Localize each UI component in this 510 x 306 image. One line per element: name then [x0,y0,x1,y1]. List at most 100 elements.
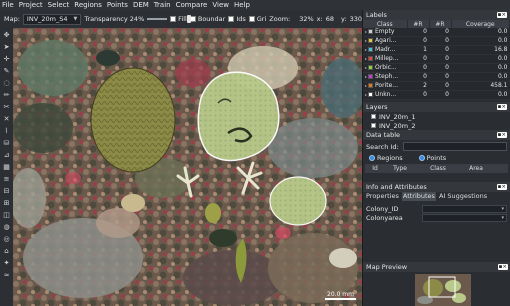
dock-float-icon[interactable]: ▪× [496,184,507,190]
dock-float-icon[interactable]: ▪× [496,104,507,110]
label-class-cell[interactable]: ▸ Empty [363,28,407,37]
grid-icon[interactable]: ▦ [2,163,11,172]
boundaries-checkbox[interactable]: Boundar [189,15,225,23]
points-radio[interactable]: Points [418,154,446,162]
label-row[interactable]: ▸ Orbic... 0 0 0.0 [363,63,510,73]
slider-handle[interactable] [187,15,192,23]
label-row[interactable]: ▸ Millep... 0 0 0.0 [363,54,510,64]
data-table-body[interactable] [363,174,510,182]
attribute-value[interactable]: ▾ [422,213,507,222]
expand-icon[interactable]: ▸ [363,83,367,88]
label-row[interactable]: ▸ Madr... 1 0 16.8 [363,45,510,55]
menu-file[interactable]: File [2,0,14,10]
expand-icon[interactable]: ▸ [363,56,367,61]
expand-icon[interactable]: ▸ [363,29,367,34]
column-header-r1[interactable]: #R [407,20,430,28]
pencil-icon[interactable]: ✏ [2,91,11,100]
dock-float-icon[interactable]: ▪× [496,12,507,18]
label-class-name: Steph... [375,73,399,80]
column-header-class[interactable]: Class [415,165,461,172]
expand-icon[interactable]: ▸ [363,74,367,79]
attribute-value[interactable]: ▾ [422,204,507,213]
ruler-icon[interactable]: ⊿ [2,151,11,160]
label-class-cell[interactable]: ▸ Madr... [363,45,407,55]
label-class-cell[interactable]: ▸ Agari... [363,36,407,46]
merge-icon[interactable]: ⊞ [2,199,11,208]
side-panel: Labels ▪× Class #R #R Coverage ▸ Empty 0 0 0… [362,10,510,306]
map-viewer[interactable]: 20.0 mm [13,28,362,306]
label-row[interactable]: ▸ Unkn... 0 0 0.0 [363,90,510,100]
menu-regions[interactable]: Regions [74,0,102,10]
label-class-cell[interactable]: ▸ Millep... [363,54,407,64]
split-icon[interactable]: ⊟ [2,187,11,196]
refine-icon[interactable]: ◫ [2,211,11,220]
brush-icon[interactable]: ⌇ [2,127,11,136]
regions-radio[interactable]: Regions [369,154,403,162]
dilate-icon[interactable]: ◍ [2,223,11,232]
menu-help[interactable]: Help [234,0,250,10]
menu-compare[interactable]: Compare [176,0,208,10]
tab-ai-suggestions[interactable]: AI Suggestions [438,192,488,201]
fill-checkbox[interactable]: Fill [170,15,187,23]
grid-checkbox[interactable]: Gri [248,15,266,23]
menu-select[interactable]: Select [48,0,70,10]
pointer-icon[interactable]: ➤ [2,43,11,52]
lasso-icon[interactable]: ◌ [2,79,11,88]
layer-item[interactable]: INV_20m_2 [363,121,510,130]
label-row[interactable]: ▸ Agari... 0 0 0.0 [363,36,510,46]
checkbox-box[interactable] [248,16,255,22]
map-preview-thumbnail[interactable] [363,272,510,306]
label-class-cell[interactable]: ▸ Orbic... [363,63,407,73]
radio-dot[interactable] [369,155,375,161]
tab-properties[interactable]: Properties [365,192,400,201]
expand-icon[interactable]: ▸ [363,47,367,52]
menu-view[interactable]: View [212,0,229,10]
checkbox-box[interactable] [371,114,376,119]
bucket-icon[interactable]: ⛁ [2,139,11,148]
watershed-icon[interactable]: ≈ [2,271,11,280]
search-input[interactable] [402,142,507,151]
column-header-area[interactable]: Area [461,165,491,172]
map-select[interactable]: INV_20m_S4 ▼ [22,13,82,25]
radio-dot[interactable] [418,155,425,161]
transparency-slider[interactable] [147,15,192,23]
label-class-cell[interactable]: ▸ Steph... [363,72,407,82]
label-row[interactable]: ▸ Steph... 0 0 0.0 [363,72,510,82]
layers-icon[interactable]: ≡ [2,175,11,184]
dock-float-icon[interactable]: ▪× [496,132,507,138]
tag-icon[interactable]: ⌂ [2,247,11,256]
tab-attributes[interactable]: Attributes [401,192,436,201]
pen-icon[interactable]: ✎ [2,67,11,76]
menu-train[interactable]: Train [154,0,171,10]
column-header-coverage[interactable]: Coverage [451,20,510,28]
column-header-class[interactable]: Class [363,20,408,28]
label-class-cell[interactable]: ▸ Porite... [363,81,407,91]
ids-checkbox[interactable]: Ids [228,15,246,23]
expand-icon[interactable]: ▸ [363,65,367,70]
expand-icon[interactable]: ▸ [363,38,367,43]
column-header-type[interactable]: Type [385,165,415,172]
checkbox-box[interactable] [228,16,235,22]
zoom-label: Zoom: [269,15,291,23]
menu-points[interactable]: Points [107,0,128,10]
layer-item[interactable]: INV_20m_1 [363,112,510,121]
label-coverage-cell: 0.0 [451,54,510,64]
menu-project[interactable]: Project [19,0,43,10]
label-class-cell[interactable]: ▸ Unkn... [363,90,407,100]
checkbox-box[interactable] [170,16,177,22]
checkbox-box[interactable] [371,123,376,128]
column-header-r2[interactable]: #R [429,20,452,28]
menu-dem[interactable]: DEM [133,0,149,10]
dock-float-icon[interactable]: ▪× [497,264,508,270]
erode-icon[interactable]: ◎ [2,235,11,244]
label-row[interactable]: ▸ Porite... 2 0 458.1 [363,81,510,91]
scissors-icon[interactable]: ✂ [2,103,11,112]
expand-icon[interactable]: ▸ [363,92,367,97]
crosshair-icon[interactable]: ✛ [2,55,11,64]
layer-name: INV_20m_2 [379,121,416,130]
cut-icon[interactable]: ✕ [2,115,11,124]
ai-icon[interactable]: ✦ [2,259,11,268]
label-row[interactable]: ▸ Empty 0 0 0.0 [363,28,510,37]
column-header-id[interactable]: Id [365,165,385,172]
move-icon[interactable]: ✥ [2,31,11,40]
